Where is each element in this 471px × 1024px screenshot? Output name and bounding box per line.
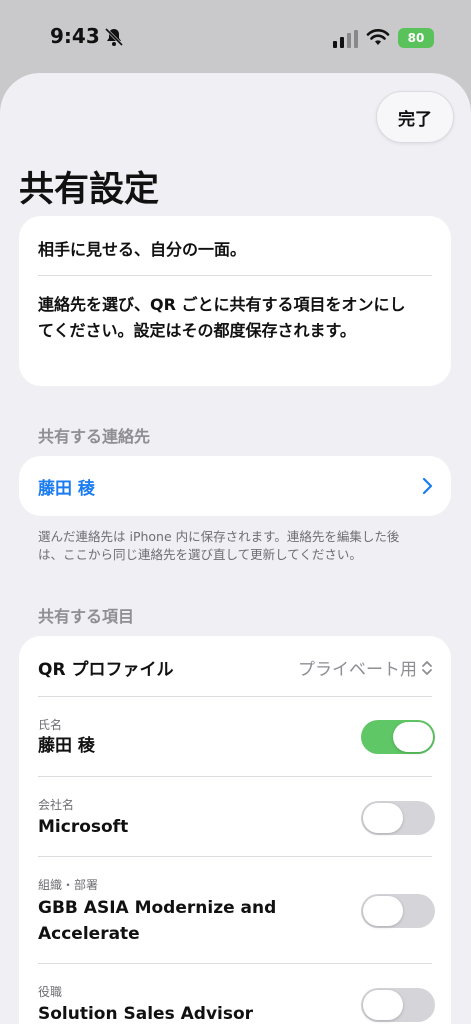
- qr-profile-label: QR プロファイル: [38, 660, 174, 680]
- items-card: QR プロファイル プライベート用 氏名 藤田 稜 会社名 Microsoft: [19, 636, 451, 1024]
- intro-body: 連絡先を選び、QR ごとに共有する項目をオンにしてください。設定はその都度保存さ…: [38, 295, 406, 340]
- contact-footnote: 選んだ連絡先は iPhone 内に保存されます。連絡先を編集した後は、ここから同…: [38, 529, 400, 562]
- battery-level: 80: [407, 31, 425, 45]
- divider: [38, 275, 432, 276]
- cellular-signal-icon: [333, 30, 358, 48]
- page-title: 共有設定: [19, 170, 160, 210]
- field-label: 組織・部署: [38, 878, 99, 892]
- divider: [38, 963, 432, 964]
- divider: [38, 776, 432, 777]
- toggle-department[interactable]: [361, 894, 435, 928]
- settings-sheet: 完了 共有設定 相手に見せる、自分の一面。 連絡先を選び、QR ごとに共有する項…: [0, 73, 471, 1024]
- field-label: 会社名: [38, 798, 75, 812]
- wifi-icon: [366, 29, 390, 45]
- field-value: 藤田 稜: [38, 736, 95, 756]
- intro-card: 相手に見せる、自分の一面。 連絡先を選び、QR ごとに共有する項目をオンにしてく…: [19, 216, 451, 386]
- chevron-right-icon: [422, 477, 433, 495]
- field-value: GBB ASIA Modernize and Accelerate: [38, 898, 277, 944]
- toggle-knob: [363, 990, 403, 1020]
- toggle-name[interactable]: [361, 720, 435, 754]
- toggle-knob: [363, 896, 403, 926]
- field-value: Solution Sales Advisor: [38, 1004, 254, 1024]
- contact-picker-row[interactable]: 藤田 稜: [19, 456, 451, 516]
- done-button[interactable]: 完了: [376, 91, 454, 143]
- field-label: 役職: [38, 985, 63, 999]
- toggle-knob: [363, 803, 403, 833]
- status-bar: 9:43 80: [0, 0, 471, 74]
- qr-profile-value: プライベート用: [298, 660, 417, 680]
- divider: [38, 856, 432, 857]
- divider: [38, 696, 432, 697]
- qr-profile-select[interactable]: プライベート用: [298, 655, 433, 680]
- items-section-header: 共有する項目: [38, 607, 135, 626]
- toggle-knob: [393, 722, 433, 752]
- bell-slash-icon: [104, 27, 124, 47]
- battery-charging-icon: 80: [398, 28, 434, 48]
- toggle-company[interactable]: [361, 801, 435, 835]
- status-time: 9:43: [50, 24, 100, 48]
- contact-section-header: 共有する連絡先: [38, 427, 151, 446]
- selected-contact-name: 藤田 稜: [38, 479, 95, 499]
- intro-headline: 相手に見せる、自分の一面。: [38, 240, 247, 259]
- toggle-title[interactable]: [361, 988, 435, 1022]
- chevron-up-down-icon: [422, 660, 432, 675]
- field-value: Microsoft: [38, 817, 129, 837]
- field-label: 氏名: [38, 718, 63, 732]
